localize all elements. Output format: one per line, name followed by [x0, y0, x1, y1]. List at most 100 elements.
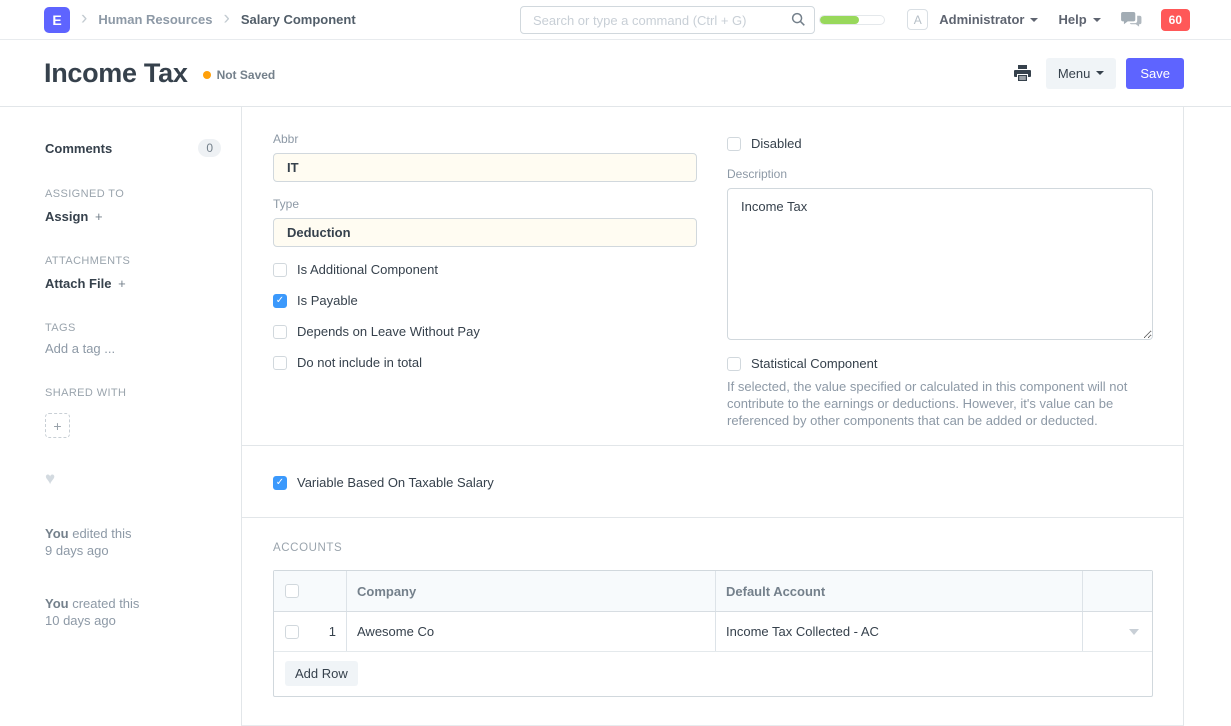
checkbox-label: Do not include in total	[297, 355, 422, 370]
navbar-right: A Administrator Help 60	[819, 9, 1190, 31]
plus-icon: +	[95, 209, 103, 224]
column-left: Abbr Type ✓ Is Additional Component ✓ Is…	[273, 126, 697, 445]
form-layout: Abbr Type ✓ Is Additional Component ✓ Is…	[241, 107, 1184, 726]
checkbox-icon: ✓	[273, 356, 287, 370]
statistical-component-checkbox[interactable]: ✓ Statistical Component	[727, 356, 1153, 371]
assign-label: Assign	[45, 209, 88, 224]
checkbox-checked-icon: ✓	[273, 294, 287, 308]
grid-header-settings-cell[interactable]	[1082, 571, 1152, 611]
select-all-checkbox[interactable]: ✓	[285, 584, 299, 598]
row-checkbox[interactable]: ✓	[285, 625, 299, 639]
variable-based-on-taxable-salary-checkbox[interactable]: ✓ Variable Based On Taxable Salary	[273, 475, 1153, 490]
chevron-right-icon: ›	[81, 9, 87, 31]
menu-button[interactable]: Menu	[1046, 58, 1117, 89]
chat-icon[interactable]	[1121, 11, 1142, 29]
statistical-help-text: If selected, the value specified or calc…	[727, 378, 1153, 429]
breadcrumb-module[interactable]: Human Resources	[98, 12, 212, 27]
page-head: Income Tax Not Saved Menu Save	[0, 40, 1231, 107]
section-accounts: ACCOUNTS ✓ Company Default Account	[242, 517, 1183, 697]
checkbox-icon: ✓	[273, 263, 287, 277]
tags-label: TAGS	[45, 322, 221, 334]
do-not-include-in-total-checkbox[interactable]: ✓ Do not include in total	[273, 355, 697, 370]
grid-header-row: ✓ Company Default Account	[274, 571, 1152, 612]
attachments-label: ATTACHMENTS	[45, 255, 221, 267]
edited-action: edited this	[72, 526, 131, 541]
print-icon[interactable]	[1014, 65, 1031, 81]
grid-header-company: Company	[346, 571, 715, 611]
row-expand-cell[interactable]	[1082, 612, 1152, 651]
checkbox-label: Variable Based On Taxable Salary	[297, 475, 494, 490]
content: Comments 0 ASSIGNED TO Assign + ATTACHME…	[0, 107, 1231, 726]
save-button[interactable]: Save	[1126, 58, 1184, 89]
shared-with-label: SHARED WITH	[45, 387, 221, 399]
chevron-right-icon: ›	[223, 9, 229, 31]
chevron-down-icon	[1030, 18, 1038, 22]
grid-header-default-account: Default Account	[715, 571, 1082, 611]
assigned-to-label: ASSIGNED TO	[45, 188, 221, 200]
accounts-section-label: ACCOUNTS	[273, 542, 1153, 554]
checkbox-icon: ✓	[727, 137, 741, 151]
breadcrumb-doctype[interactable]: Salary Component	[241, 12, 356, 27]
plus-icon: +	[118, 276, 126, 291]
like-icon[interactable]: ♥	[45, 469, 221, 489]
checkbox-icon: ✓	[273, 325, 287, 339]
menu-label: Menu	[1058, 66, 1091, 81]
checkbox-label: Statistical Component	[751, 356, 877, 371]
row-default-account-cell[interactable]: Income Tax Collected - AC	[715, 612, 1082, 651]
search-icon	[791, 12, 806, 30]
grid-footer: Add Row	[274, 652, 1152, 696]
disabled-checkbox[interactable]: ✓ Disabled	[727, 136, 1153, 151]
progress-fill	[820, 16, 858, 24]
is-additional-component-checkbox[interactable]: ✓ Is Additional Component	[273, 262, 697, 277]
checkbox-icon: ✓	[727, 357, 741, 371]
abbr-input[interactable]	[273, 153, 697, 182]
checkbox-label: Is Payable	[297, 293, 358, 308]
type-label: Type	[273, 197, 697, 211]
chevron-down-icon	[1093, 18, 1101, 22]
section-details: Abbr Type ✓ Is Additional Component ✓ Is…	[242, 107, 1183, 445]
notification-badge[interactable]: 60	[1161, 9, 1190, 31]
page-actions: Menu Save	[1014, 58, 1184, 89]
form-sidebar: Comments 0 ASSIGNED TO Assign + ATTACHME…	[0, 107, 241, 726]
attach-file-button[interactable]: Attach File +	[45, 276, 221, 291]
global-search	[520, 6, 815, 34]
section-condition: ✓ Variable Based On Taxable Salary	[242, 445, 1183, 517]
not-saved-dot-icon	[203, 71, 211, 79]
edited-meta[interactable]: You edited this 9 days ago	[45, 525, 221, 559]
attach-file-label: Attach File	[45, 276, 111, 291]
setup-progress-bar[interactable]	[819, 15, 885, 25]
checkbox-checked-icon: ✓	[273, 476, 287, 490]
table-row[interactable]: ✓ 1 Awesome Co Income Tax Collected - AC	[274, 612, 1152, 652]
created-meta[interactable]: You created this 10 days ago	[45, 595, 221, 629]
type-input[interactable]	[273, 218, 697, 247]
created-who: You	[45, 596, 69, 611]
description-label: Description	[727, 167, 1153, 181]
help-menu[interactable]: Help	[1058, 12, 1100, 27]
row-index: 1	[329, 624, 336, 639]
sidebar-comments[interactable]: Comments 0	[45, 139, 221, 157]
comments-label: Comments	[45, 141, 112, 156]
depends-on-lwp-checkbox[interactable]: ✓ Depends on Leave Without Pay	[273, 324, 697, 339]
app-logo-icon[interactable]: E	[44, 7, 70, 33]
abbr-label: Abbr	[273, 132, 697, 146]
edited-when: 9 days ago	[45, 543, 109, 558]
add-tag-input[interactable]: Add a tag ...	[45, 341, 221, 356]
checkbox-label: Is Additional Component	[297, 262, 438, 277]
comments-count-badge: 0	[198, 139, 221, 157]
page-title: Income Tax	[44, 58, 188, 89]
edited-who: You	[45, 526, 69, 541]
assign-button[interactable]: Assign +	[45, 209, 221, 224]
add-row-button[interactable]: Add Row	[285, 661, 358, 686]
avatar[interactable]: A	[907, 9, 928, 30]
created-action: created this	[72, 596, 139, 611]
accounts-grid: ✓ Company Default Account ✓ 1 Aweso	[273, 570, 1153, 697]
status-indicator: Not Saved	[203, 68, 276, 82]
share-button[interactable]: +	[45, 413, 70, 438]
is-payable-checkbox[interactable]: ✓ Is Payable	[273, 293, 697, 308]
dropdown-caret-icon	[1129, 629, 1139, 635]
user-menu[interactable]: Administrator	[939, 12, 1038, 27]
user-name: Administrator	[939, 12, 1024, 27]
description-textarea[interactable]: Income Tax	[727, 188, 1153, 340]
search-input[interactable]	[520, 6, 815, 34]
row-company-cell[interactable]: Awesome Co	[346, 612, 715, 651]
